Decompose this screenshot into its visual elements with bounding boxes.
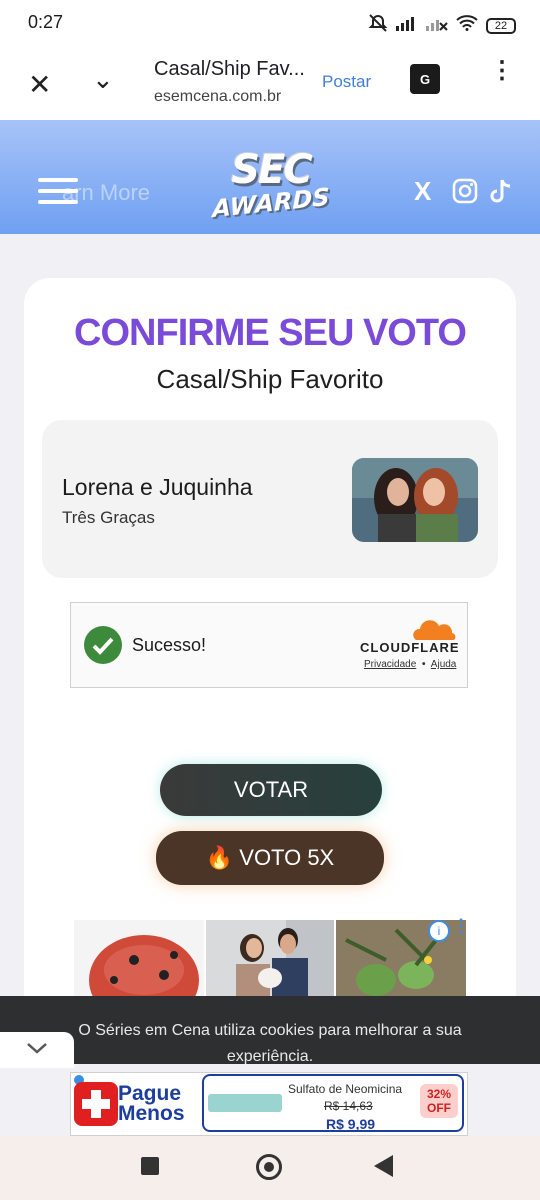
recents-button[interactable]	[141, 1157, 159, 1175]
browser-toolbar: ✕ ⌄ Casal/Ship Fav... esemcena.com.br Po…	[0, 46, 540, 120]
signal-off-icon	[426, 15, 448, 36]
brand-line-2: Menos	[118, 1102, 185, 1125]
more-options-icon[interactable]: ⋮	[490, 59, 514, 83]
home-button[interactable]	[256, 1154, 282, 1180]
back-button[interactable]	[374, 1155, 393, 1177]
product-old-price: R$ 14,63	[324, 1099, 373, 1113]
pague-menos-logo-icon	[74, 1082, 118, 1126]
menu-icon[interactable]	[38, 178, 78, 204]
category-subtitle: Casal/Ship Favorito	[156, 364, 384, 394]
vote-5x-button[interactable]: 🔥 VOTO 5X	[156, 831, 384, 885]
status-time: 0:27	[28, 12, 64, 32]
page-title: Casal/Ship Fav...	[154, 58, 305, 80]
close-icon[interactable]: ✕	[28, 68, 51, 101]
help-link[interactable]: Ajuda	[431, 659, 457, 670]
page-url[interactable]: esemcena.com.br	[154, 88, 281, 106]
chevron-down-icon[interactable]: ⌄	[92, 64, 114, 95]
cloudflare-logo: CLOUDFLARE	[360, 640, 460, 655]
privacy-link[interactable]: Privacidade	[364, 659, 416, 670]
postar-button[interactable]: Postar	[322, 72, 371, 92]
nominee-show: Três Graças	[62, 508, 155, 527]
confirm-title: CONFIRME SEU VOTO	[74, 312, 467, 354]
battery-icon: 22	[486, 17, 516, 34]
brand-line-1: Pague	[118, 1082, 182, 1105]
signal-icon	[396, 15, 418, 36]
discount-percent: 32%	[426, 1087, 452, 1101]
ad-info-icon[interactable]: i	[428, 920, 450, 942]
ad-image-spiders[interactable]	[74, 920, 204, 1000]
discount-badge: 32% OFF	[420, 1084, 458, 1118]
translate-icon[interactable]: G	[410, 64, 440, 94]
product-image	[208, 1094, 282, 1112]
tiktok-icon[interactable]	[488, 178, 514, 213]
success-check-icon	[84, 626, 122, 664]
nominee-photo	[352, 458, 478, 542]
sec-awards-logo[interactable]: SEC AWARDS	[212, 150, 330, 230]
vote-button[interactable]: VOTAR	[160, 764, 382, 816]
mute-icon	[368, 13, 388, 38]
instagram-icon[interactable]	[452, 178, 478, 211]
x-twitter-icon[interactable]: X	[414, 176, 431, 207]
site-header: arn More SEC AWARDS X	[0, 120, 540, 234]
discount-off: OFF	[427, 1101, 451, 1115]
product-new-price: R$ 9,99	[326, 1116, 376, 1132]
cookie-text: O Séries em Cena utiliza cookies para me…	[78, 1022, 462, 1065]
wifi-icon	[456, 15, 478, 36]
captcha-status: Sucesso!	[132, 635, 207, 655]
chevron-down-icon	[26, 1041, 48, 1060]
link-separator: •	[422, 659, 426, 670]
captcha-links: Privacidade • Ajuda	[364, 659, 456, 670]
status-icons: 22	[368, 13, 516, 38]
product-name: Sulfato de Neomicina	[288, 1082, 403, 1096]
ad-image-family[interactable]	[206, 920, 334, 1000]
nominee-name: Lorena e Juquinha	[62, 474, 253, 500]
ad-more-icon[interactable]: ⋮	[452, 916, 470, 937]
pague-menos-brand: Pague Menos	[118, 1082, 185, 1125]
collapse-ad-button[interactable]	[0, 1032, 74, 1068]
